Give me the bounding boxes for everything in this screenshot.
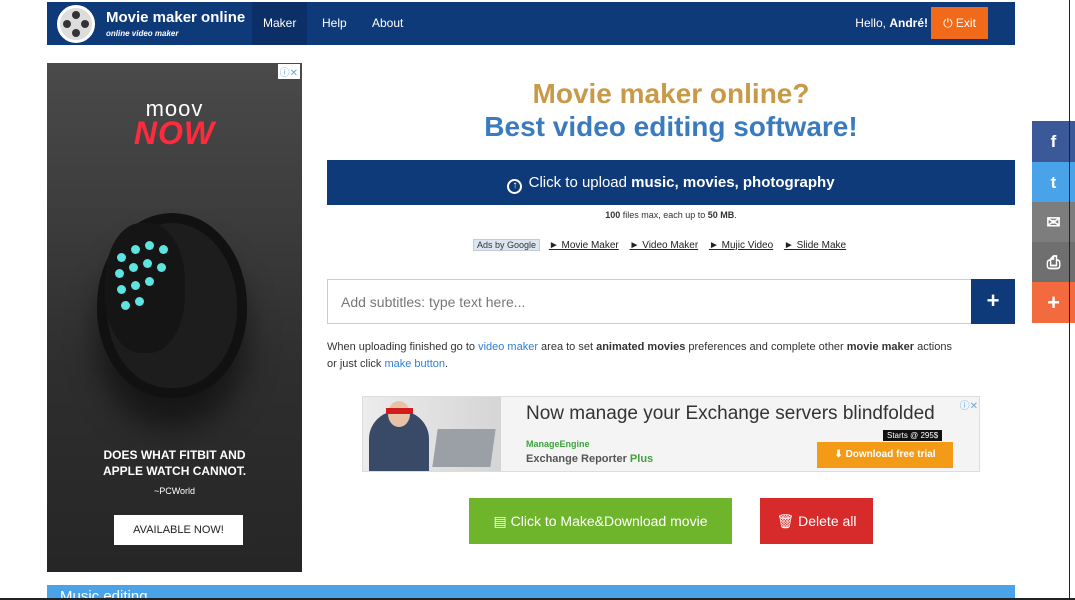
limit-text: files max, each up to (620, 210, 708, 220)
power-icon: ⏻ (943, 16, 953, 30)
fitness-band-face (105, 223, 185, 353)
download-trial-button[interactable]: ⬇ Download free trial (817, 442, 953, 468)
headline-question: Movie maker online? (532, 78, 810, 109)
banner-title: Now manage your Exchange servers blindfo… (526, 403, 935, 424)
film-icon: ▤ (493, 513, 507, 529)
info-text-5: or just click (327, 358, 385, 370)
ad-tagline-line2: APPLE WATCH CANNOT. (102, 464, 247, 478)
nav-about[interactable]: About (361, 2, 414, 45)
banner-product-name: Exchange Reporter (526, 453, 630, 465)
banner-close-icon[interactable]: ⓘ✕ (960, 397, 978, 412)
upload-limits: 100 files max, each up to 50 MB. (327, 210, 1015, 220)
upload-label-prefix: Click to upload (528, 174, 632, 191)
limit-count: 100 (605, 210, 621, 220)
exchange-banner-ad[interactable]: Now manage your Exchange servers blindfo… (362, 396, 980, 472)
person-head (388, 401, 410, 427)
subtitle-input[interactable] (328, 280, 972, 323)
add-subtitle-button[interactable]: + (971, 279, 1015, 324)
make-button-link[interactable]: make button (384, 358, 445, 370)
subtitle-input-wrapper (327, 279, 972, 324)
ad-available-now-button[interactable]: AVAILABLE NOW! (114, 515, 243, 545)
user-greeting: Hello, André! (855, 2, 928, 45)
ad-tagline: DOES WHAT FITBIT AND APPLE WATCH CANNOT. (47, 447, 302, 479)
banner-brand: ManageEngine (526, 439, 590, 449)
limit-size: 50 MB (707, 210, 735, 220)
upload-label-bold: music, movies, photography (631, 174, 835, 191)
make-label: Click to Make&Download movie (510, 513, 708, 529)
blindfold-shape (386, 408, 413, 414)
ad-source: ~PCWorld (153, 486, 196, 496)
film-reel-logo-icon[interactable] (57, 5, 95, 43)
exit-label: Exit (955, 16, 976, 30)
video-maker-link[interactable]: video maker (478, 341, 538, 353)
limit-end: . (734, 210, 737, 220)
delete-label: Delete all (798, 513, 857, 529)
user-name: André! (889, 16, 928, 30)
banner-price: Starts @ 295$ (883, 430, 943, 441)
info-bold-1: animated movies (596, 341, 686, 353)
info-text-6: . (445, 358, 449, 370)
make-download-button[interactable]: ▤ Click to Make&Download movie (469, 498, 732, 544)
greeting-text: Hello, (855, 16, 886, 30)
delete-all-button[interactable]: 🗑 Delete all (760, 498, 873, 544)
info-text-1: When uploading finished go to (327, 341, 479, 353)
google-ad-links: Ads by Google ► Movie Maker ► Video Make… (473, 239, 873, 253)
left-advertisement[interactable]: ⓘ✕ moov NOW DOES WHAT FITBIT AND APPLE W… (47, 63, 302, 572)
upload-icon: ↑ (507, 179, 523, 194)
ad-link-movie-maker[interactable]: ► Movie Maker (549, 240, 619, 251)
nav-maker[interactable]: Maker (252, 2, 308, 45)
ad-brand-bottom: NOW (133, 115, 216, 151)
banner-product-plus: Plus (629, 453, 654, 465)
window-edge (1069, 0, 1070, 600)
info-text-2: area to set (537, 341, 597, 353)
brand-subtitle: online video maker (106, 29, 179, 38)
info-bold-2: movie maker (846, 341, 915, 353)
top-navbar: Movie maker online online video maker Ma… (47, 2, 1015, 45)
businessman-photo (363, 397, 501, 471)
upload-instructions: When uploading finished go to video make… (327, 339, 1017, 373)
upload-button[interactable]: ↑ Click to upload music, movies, photogr… (327, 160, 1015, 205)
headline-tagline: Best video editing software! (484, 111, 858, 142)
ad-link-slide-maker[interactable]: ► Slide Make (784, 240, 846, 251)
laptop-shape (432, 429, 496, 467)
ad-link-mujic-video[interactable]: ► Mujic Video (709, 240, 773, 251)
info-text-4: actions (914, 341, 952, 353)
banner-product: Exchange Reporter Plus (526, 453, 653, 465)
ad-tagline-line1: DOES WHAT FITBIT AND (103, 448, 246, 462)
brand-title[interactable]: Movie maker online (106, 9, 245, 26)
exit-button[interactable]: ⏻ Exit (931, 7, 988, 39)
ad-link-video-maker[interactable]: ► Video Maker (630, 240, 699, 251)
info-text-3: preferences and complete other (685, 341, 847, 353)
nav-help[interactable]: Help (311, 2, 358, 45)
ads-by-google-badge[interactable]: Ads by Google (473, 239, 541, 251)
ad-close-icon[interactable]: ⓘ✕ (277, 64, 300, 79)
trash-icon: 🗑 (776, 513, 795, 529)
